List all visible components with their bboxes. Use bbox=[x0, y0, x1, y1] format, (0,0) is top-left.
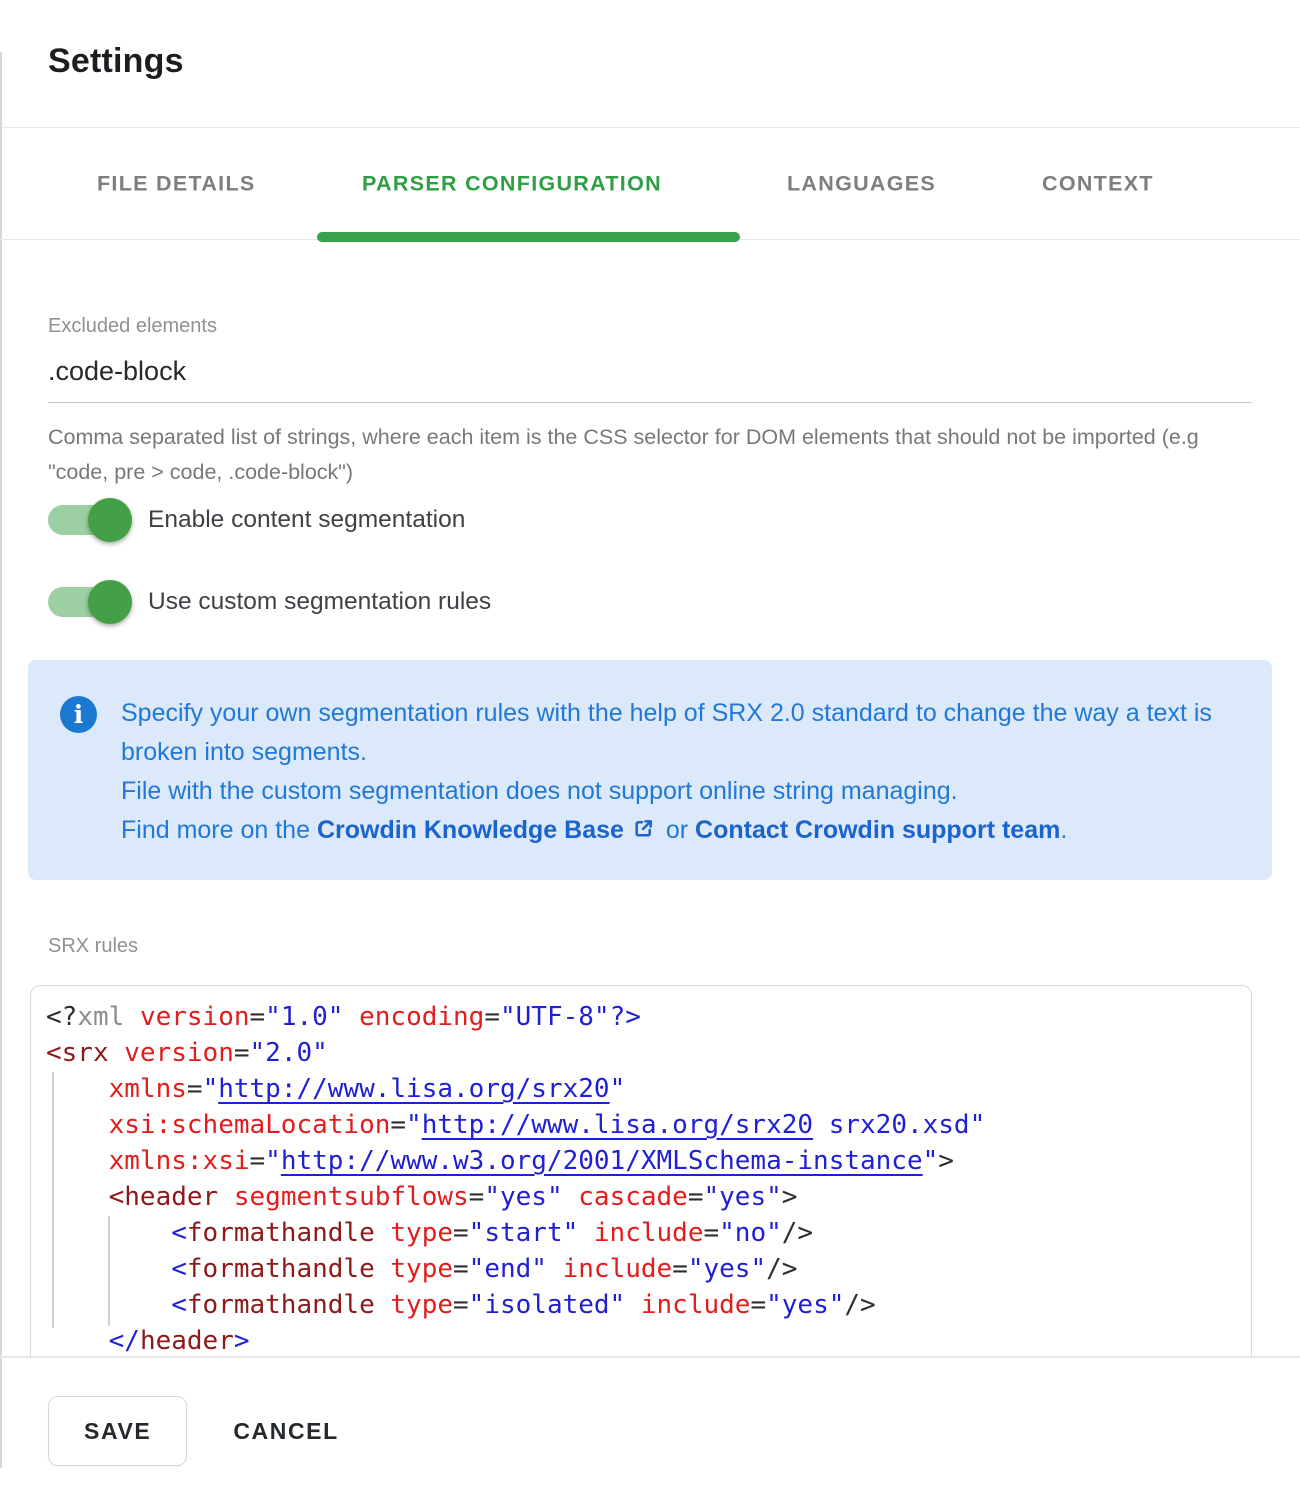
content-segmentation-toggle[interactable] bbox=[48, 498, 132, 542]
parser-configuration-panel: Excluded elements .code-block Comma sepa… bbox=[0, 314, 1300, 1357]
code-line: <formathandle type="start" include="no"/… bbox=[46, 1215, 1241, 1251]
excluded-elements-label: Excluded elements bbox=[48, 314, 1252, 338]
active-tab-indicator bbox=[317, 232, 740, 242]
toggle-knob bbox=[88, 498, 132, 542]
page-title: Settings bbox=[48, 42, 1252, 81]
external-link-icon bbox=[632, 813, 655, 852]
dialog-header: Settings bbox=[0, 0, 1300, 128]
code-line: <formathandle type="isolated" include="y… bbox=[46, 1287, 1241, 1323]
toggle-row-custom-segmentation: Use custom segmentation rules bbox=[48, 580, 1252, 624]
save-button[interactable]: SAVE bbox=[48, 1396, 187, 1466]
contact-support-link[interactable]: Contact Crowdin support team bbox=[695, 816, 1060, 844]
info-line-1: Specify your own segmentation rules with… bbox=[121, 694, 1216, 772]
settings-dialog: Settings FILE DETAILS PARSER CONFIGURATI… bbox=[0, 0, 1300, 1498]
tab-parser-configuration[interactable]: PARSER CONFIGURATION bbox=[362, 171, 662, 196]
toggle-knob bbox=[88, 580, 132, 624]
info-line-3-mid: or bbox=[659, 816, 695, 844]
cancel-button[interactable]: CANCEL bbox=[223, 1418, 348, 1445]
code-line: xmlns:xsi="http://www.w3.org/2001/XMLSch… bbox=[46, 1143, 1241, 1179]
toggle-row-content-segmentation: Enable content segmentation bbox=[48, 498, 1252, 542]
tab-languages[interactable]: LANGUAGES bbox=[787, 171, 936, 196]
content-segmentation-label: Enable content segmentation bbox=[148, 506, 465, 534]
tab-bar: FILE DETAILS PARSER CONFIGURATION LANGUA… bbox=[0, 128, 1300, 240]
knowledge-base-link[interactable]: Crowdin Knowledge Base bbox=[317, 816, 624, 844]
dialog-footer: SAVE CANCEL bbox=[48, 1396, 349, 1466]
srx-rules-editor[interactable]: <?xml version="1.0" encoding="UTF-8"?><s… bbox=[30, 985, 1252, 1357]
custom-segmentation-toggle[interactable] bbox=[48, 580, 132, 624]
srx-rules-label: SRX rules bbox=[48, 934, 1252, 958]
code-line: <srx version="2.0" bbox=[46, 1035, 1241, 1071]
srx-rules-code: <?xml version="1.0" encoding="UTF-8"?><s… bbox=[31, 986, 1251, 1357]
code-line: <formathandle type="end" include="yes"/> bbox=[46, 1251, 1241, 1287]
code-line: xmlns="http://www.lisa.org/srx20" bbox=[46, 1071, 1241, 1107]
code-line: xsi:schemaLocation="http://www.lisa.org/… bbox=[46, 1107, 1241, 1143]
info-icon: i bbox=[60, 696, 97, 733]
info-line-3-prefix: Find more on the bbox=[121, 816, 317, 844]
info-banner-text: Specify your own segmentation rules with… bbox=[121, 694, 1216, 852]
indent-guide bbox=[52, 1072, 54, 1328]
custom-segmentation-label: Use custom segmentation rules bbox=[148, 588, 491, 616]
code-line: <?xml version="1.0" encoding="UTF-8"?> bbox=[46, 999, 1241, 1035]
info-line-3-suffix: . bbox=[1060, 816, 1067, 844]
excluded-elements-help: Comma separated list of strings, where e… bbox=[48, 420, 1208, 490]
tab-file-details[interactable]: FILE DETAILS bbox=[97, 171, 256, 196]
segmentation-info-banner: i Specify your own segmentation rules wi… bbox=[28, 660, 1272, 880]
excluded-elements-input[interactable]: .code-block bbox=[48, 356, 1252, 403]
info-line-3: Find more on the Crowdin Knowledge Base … bbox=[121, 811, 1216, 852]
indent-guide bbox=[108, 1216, 110, 1326]
footer-separator bbox=[0, 1356, 1300, 1358]
dialog-left-edge bbox=[0, 52, 2, 1468]
info-line-2: File with the custom segmentation does n… bbox=[121, 772, 1216, 811]
code-line: </header> bbox=[46, 1323, 1241, 1357]
tab-context[interactable]: CONTEXT bbox=[1042, 171, 1154, 196]
code-line: <header segmentsubflows="yes" cascade="y… bbox=[46, 1179, 1241, 1215]
